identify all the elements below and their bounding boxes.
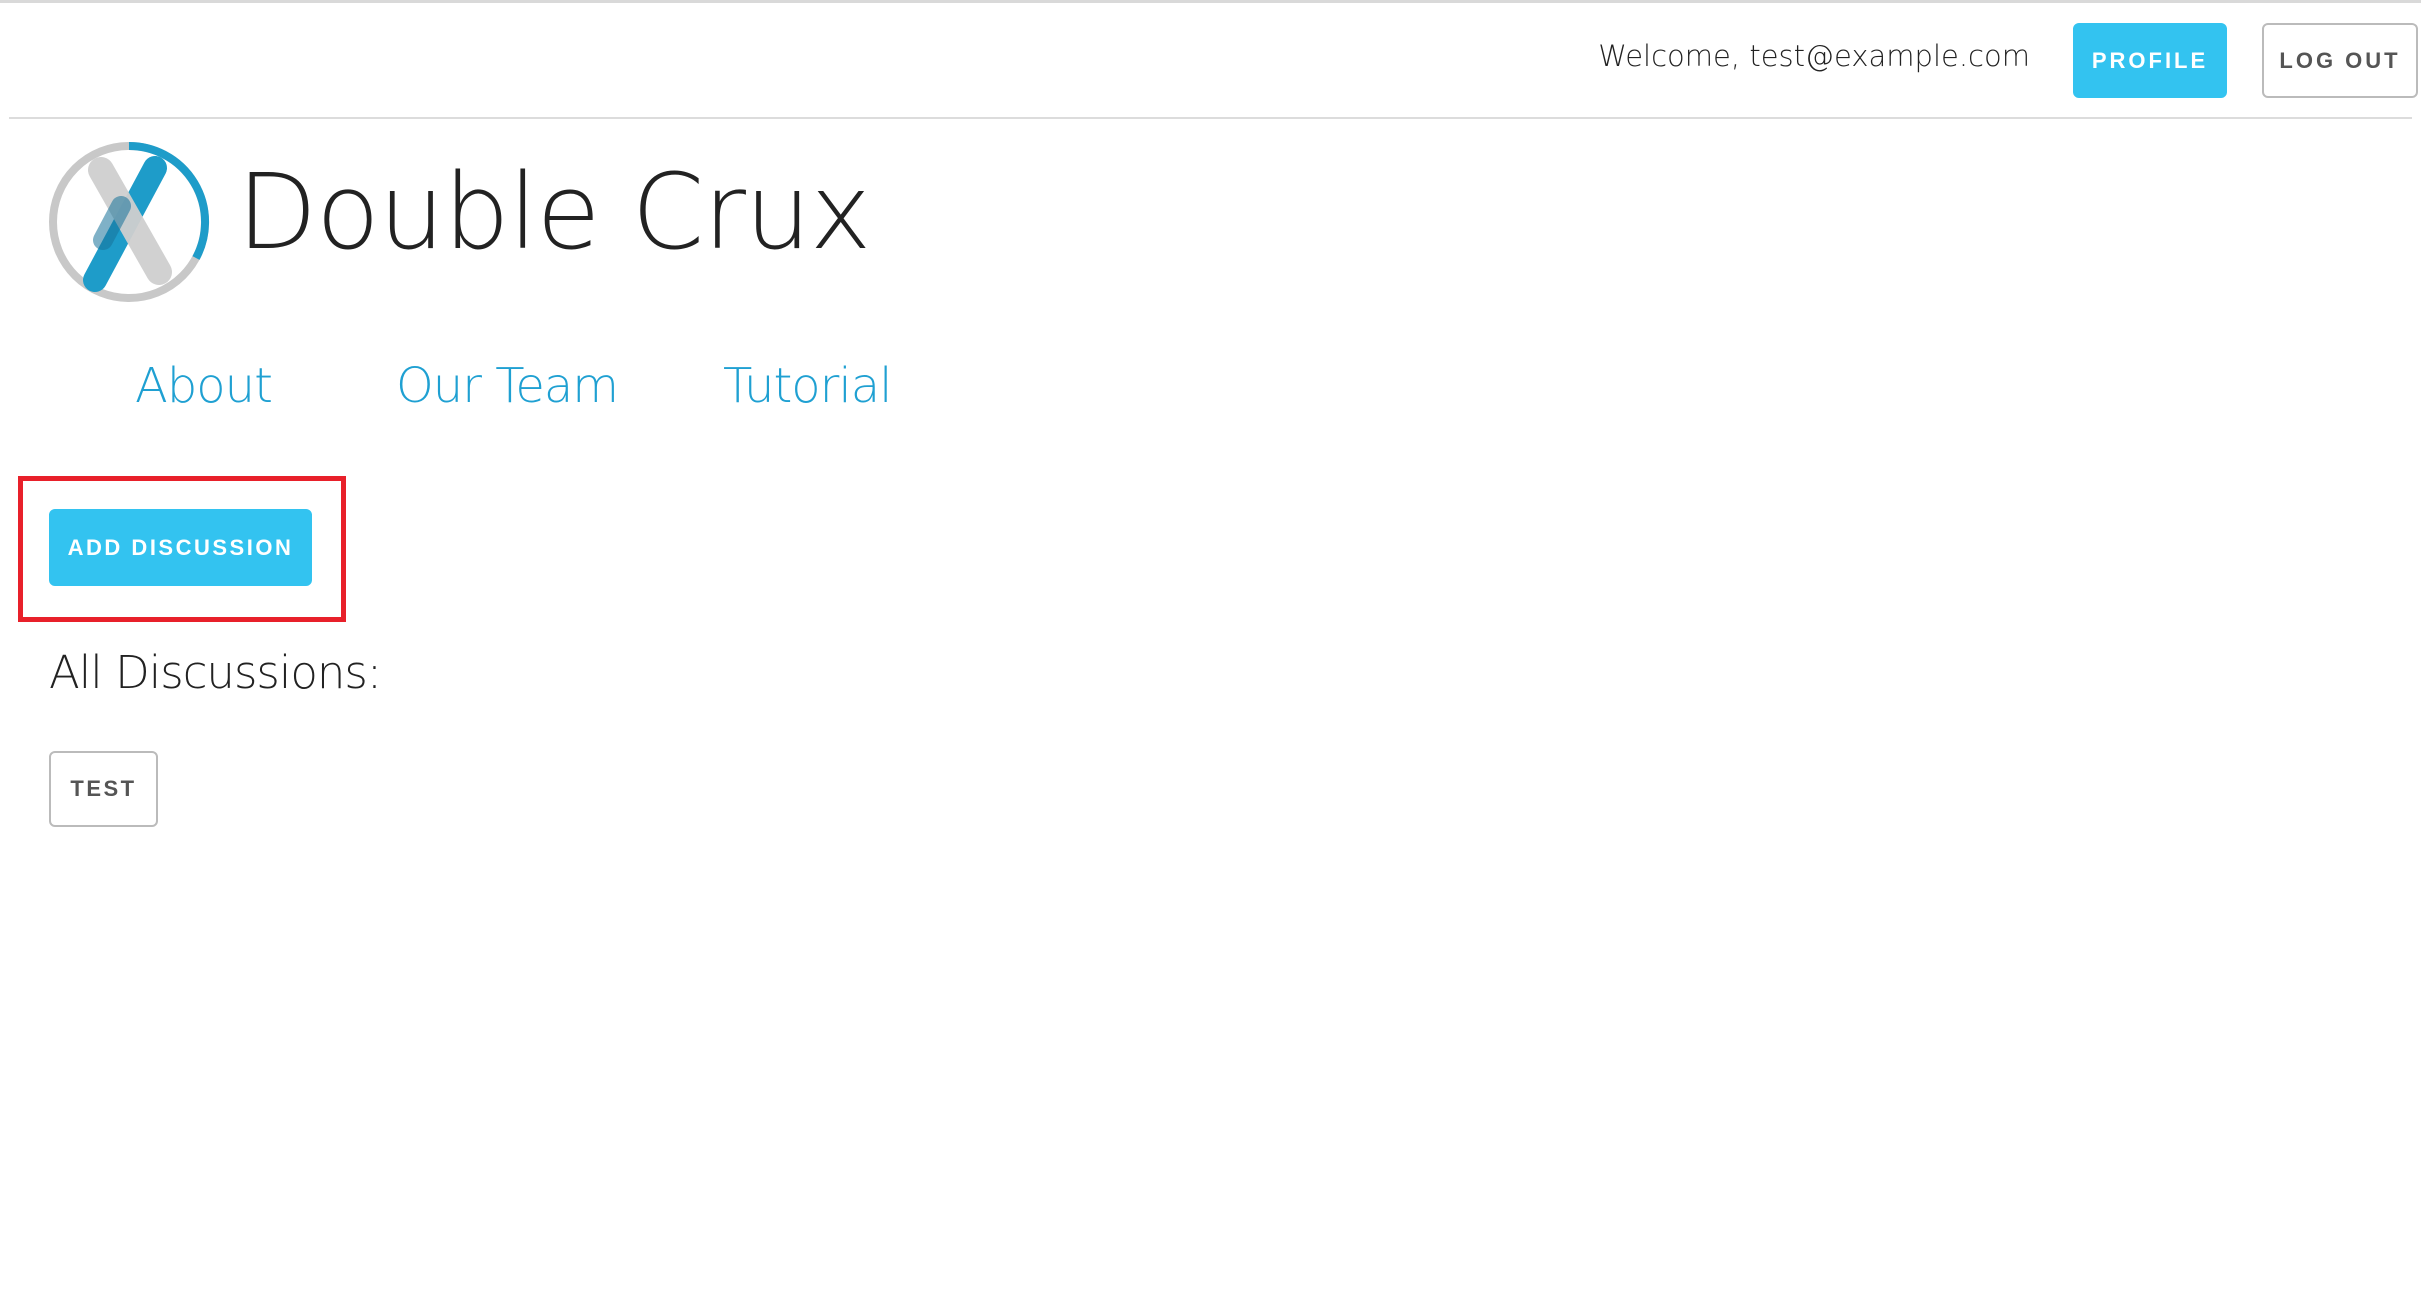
nav-link-about[interactable]: About [135, 362, 273, 410]
top-bar: Welcome, test@example.com PROFILE LOG OU… [9, 3, 2418, 119]
nav-link-tutorial[interactable]: Tutorial [723, 362, 892, 410]
logo-icon[interactable] [47, 140, 211, 304]
nav-link-our-team[interactable]: Our Team [396, 362, 619, 410]
logout-button[interactable]: LOG OUT [2262, 23, 2418, 98]
welcome-text: Welcome, test@example.com [1598, 39, 2030, 73]
section-title: All Discussions: [49, 646, 382, 699]
profile-button[interactable]: PROFILE [2073, 23, 2227, 98]
brand-name[interactable]: Double Crux [237, 160, 871, 264]
add-discussion-button[interactable]: ADD DISCUSSION [49, 509, 312, 586]
discussion-item[interactable]: TEST [49, 751, 158, 827]
